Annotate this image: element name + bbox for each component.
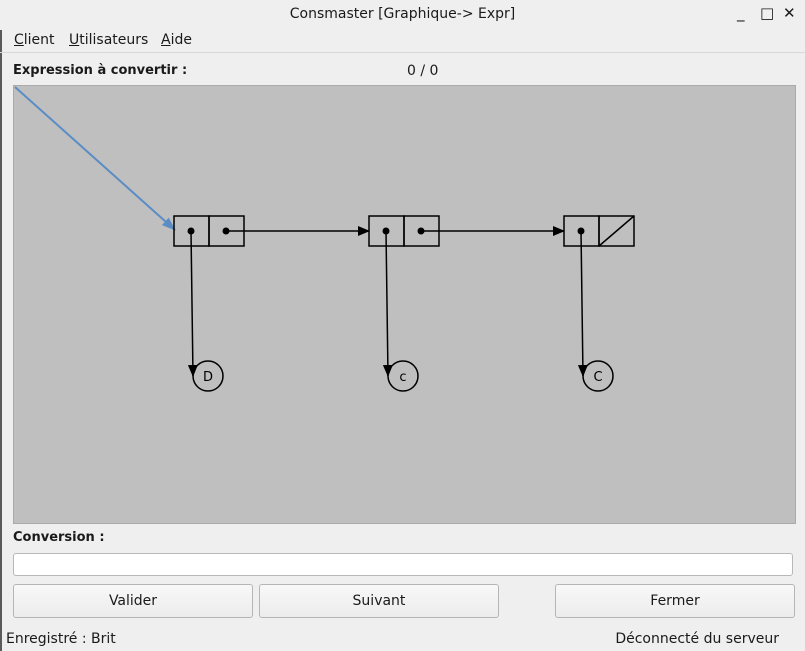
menu-utilisateurs[interactable]: Utilisateurs (69, 32, 148, 48)
fermer-button[interactable]: Fermer (555, 584, 795, 618)
expression-counter: 0 / 0 (407, 63, 439, 79)
menu-client-mnemonic: C (14, 32, 24, 48)
window-edge (0, 0, 2, 651)
minimize-icon[interactable]: _ (737, 4, 745, 22)
menu-client[interactable]: Client (14, 32, 55, 48)
nil-slash (598, 215, 635, 247)
close-icon[interactable]: ✕ (783, 4, 796, 22)
diagram-canvas[interactable]: D c C (13, 85, 796, 524)
atom-label-2: c (399, 370, 406, 385)
car-1-arrow (187, 230, 198, 377)
conversion-input[interactable] (13, 553, 793, 576)
car-2-arrow (382, 230, 393, 377)
status-connection: Déconnecté du serveur (615, 631, 779, 647)
car-3-arrow (577, 230, 588, 377)
conversion-label: Conversion : (13, 530, 105, 545)
atom-label-1: D (203, 370, 213, 385)
valider-button[interactable]: Valider (13, 584, 253, 618)
menu-bar: Client Utilisateurs Aide (0, 30, 805, 53)
title-bar: Consmaster [Graphique-> Expr] _ □ ✕ (0, 0, 805, 30)
menu-client-label: lient (23, 32, 55, 48)
menu-aide[interactable]: Aide (161, 32, 192, 48)
expression-label: Expression à convertir : (13, 63, 188, 78)
menu-utilisateurs-mnemonic: U (69, 32, 80, 48)
cons-diagram[interactable]: D c C (14, 86, 795, 523)
menu-utilisateurs-label: tilisateurs (79, 32, 149, 48)
menu-aide-mnemonic: A (161, 32, 171, 48)
window-title: Consmaster [Graphique-> Expr] (289, 6, 516, 22)
menu-aide-label: ide (170, 32, 192, 48)
root-pointer-arrow (14, 86, 176, 231)
suivant-button[interactable]: Suivant (259, 584, 499, 618)
maximize-icon[interactable]: □ (760, 4, 774, 22)
status-registered: Enregistré : Brit (6, 631, 116, 647)
atom-label-3: C (593, 370, 602, 385)
